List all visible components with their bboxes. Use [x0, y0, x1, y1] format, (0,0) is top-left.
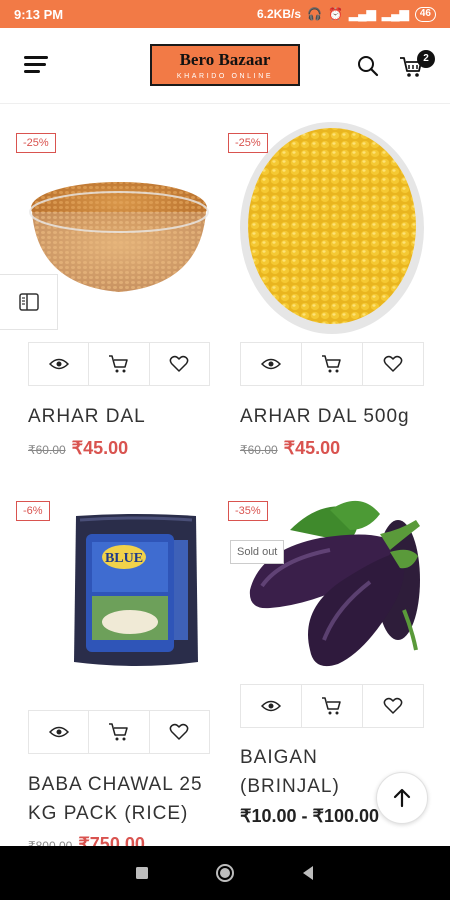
product-name[interactable]: ARHAR DAL 500g: [240, 402, 440, 431]
wishlist-button[interactable]: [150, 711, 209, 753]
heart-icon: [169, 355, 189, 372]
product-image-arhar-dal-500g[interactable]: [240, 122, 424, 334]
site-logo[interactable]: Bero Bazaar KHARIDO ONLINE: [150, 44, 300, 86]
bag-brand-text: BLUE: [105, 551, 143, 566]
add-to-cart-button[interactable]: [302, 685, 363, 727]
eye-icon: [48, 726, 69, 738]
cart-icon: [322, 697, 341, 715]
product-actions: [240, 342, 424, 386]
wishlist-button[interactable]: [150, 343, 209, 385]
status-time: 9:13 PM: [14, 6, 64, 22]
product-price: ₹60.00 ₹45.00: [240, 438, 340, 459]
square-icon: [135, 867, 148, 879]
add-to-cart-button[interactable]: [89, 711, 150, 753]
heart-icon: [169, 723, 189, 740]
back-triangle-icon: [303, 866, 314, 880]
scroll-to-top-button[interactable]: [376, 772, 428, 824]
sold-out-badge: Sold out: [230, 540, 285, 564]
rice-bag-image: BLUE: [74, 514, 198, 666]
status-icons: 6.2KB/s 🎧 ⏰ ▂▄▆ ▂▄▆ 46: [257, 6, 436, 22]
sale-price: ₹45.00: [71, 438, 129, 458]
discount-badge: -6%: [16, 501, 50, 521]
recents-button[interactable]: [127, 858, 157, 888]
original-price: ₹60.00: [240, 443, 278, 457]
signal-icon: ▂▄▆: [348, 7, 376, 21]
discount-badge: -25%: [16, 133, 56, 153]
network-speed: 6.2KB/s: [257, 7, 302, 21]
circle-icon: [215, 864, 234, 882]
menu-icon-line: [24, 63, 46, 66]
quick-view-button[interactable]: [29, 343, 90, 385]
alarm-icon: ⏰: [327, 7, 343, 21]
status-bar: 9:13 PM 6.2KB/s 🎧 ⏰ ▂▄▆ ▂▄▆ 46: [0, 0, 450, 28]
menu-icon-line: [24, 70, 40, 73]
wishlist-button[interactable]: [363, 685, 423, 727]
heart-icon: [383, 697, 403, 714]
app-header: Bero Bazaar KHARIDO ONLINE 2: [0, 28, 450, 104]
cart-icon: [108, 355, 128, 373]
headphones-icon: 🎧: [307, 7, 322, 21]
original-price: ₹60.00: [28, 443, 66, 457]
quick-view-button[interactable]: [241, 685, 302, 727]
signal-icon-2: ▂▄▆: [381, 7, 409, 21]
product-actions: [28, 710, 210, 754]
discount-badge: -35%: [228, 501, 268, 521]
discount-badge: -25%: [228, 133, 268, 153]
logo-tagline: KHARIDO ONLINE: [176, 73, 274, 80]
quick-view-button[interactable]: [29, 711, 90, 753]
yellow-dal-plate-image: [240, 122, 424, 334]
eye-icon: [48, 358, 69, 370]
sale-price: ₹45.00: [283, 438, 341, 458]
logo-title: Bero Bazaar: [179, 50, 271, 69]
product-price: ₹60.00 ₹45.00: [28, 438, 128, 459]
cart-icon: [108, 723, 128, 741]
price-range: ₹10.00 - ₹100.00: [240, 806, 379, 826]
product-actions: [240, 684, 424, 728]
sidebar-icon: [18, 293, 39, 311]
menu-button[interactable]: [24, 54, 52, 76]
cart-icon: [322, 355, 341, 373]
product-image-baba-chawal[interactable]: BLUE: [70, 512, 202, 672]
cart-count-badge: 2: [417, 50, 435, 68]
product-name[interactable]: ARHAR DAL: [28, 402, 218, 431]
search-icon: [358, 56, 379, 77]
product-actions: [28, 342, 210, 386]
home-button[interactable]: [210, 858, 240, 888]
heart-icon: [383, 355, 403, 372]
menu-icon: [24, 56, 48, 59]
quick-view-button[interactable]: [241, 343, 302, 385]
sidebar-toggle-button[interactable]: [0, 274, 58, 330]
product-price: ₹10.00 - ₹100.00: [240, 806, 379, 827]
back-button[interactable]: [293, 858, 323, 888]
wishlist-button[interactable]: [363, 343, 423, 385]
arrow-up-icon: [393, 788, 411, 808]
add-to-cart-button[interactable]: [89, 343, 150, 385]
add-to-cart-button[interactable]: [302, 343, 363, 385]
system-navigation-bar: [0, 846, 450, 900]
eye-icon: [261, 358, 281, 370]
eye-icon: [261, 700, 281, 712]
product-name[interactable]: BABA CHAWAL 25 KG PACK (RICE): [28, 770, 218, 828]
battery-indicator: 46: [414, 6, 436, 22]
search-button[interactable]: [356, 54, 380, 78]
